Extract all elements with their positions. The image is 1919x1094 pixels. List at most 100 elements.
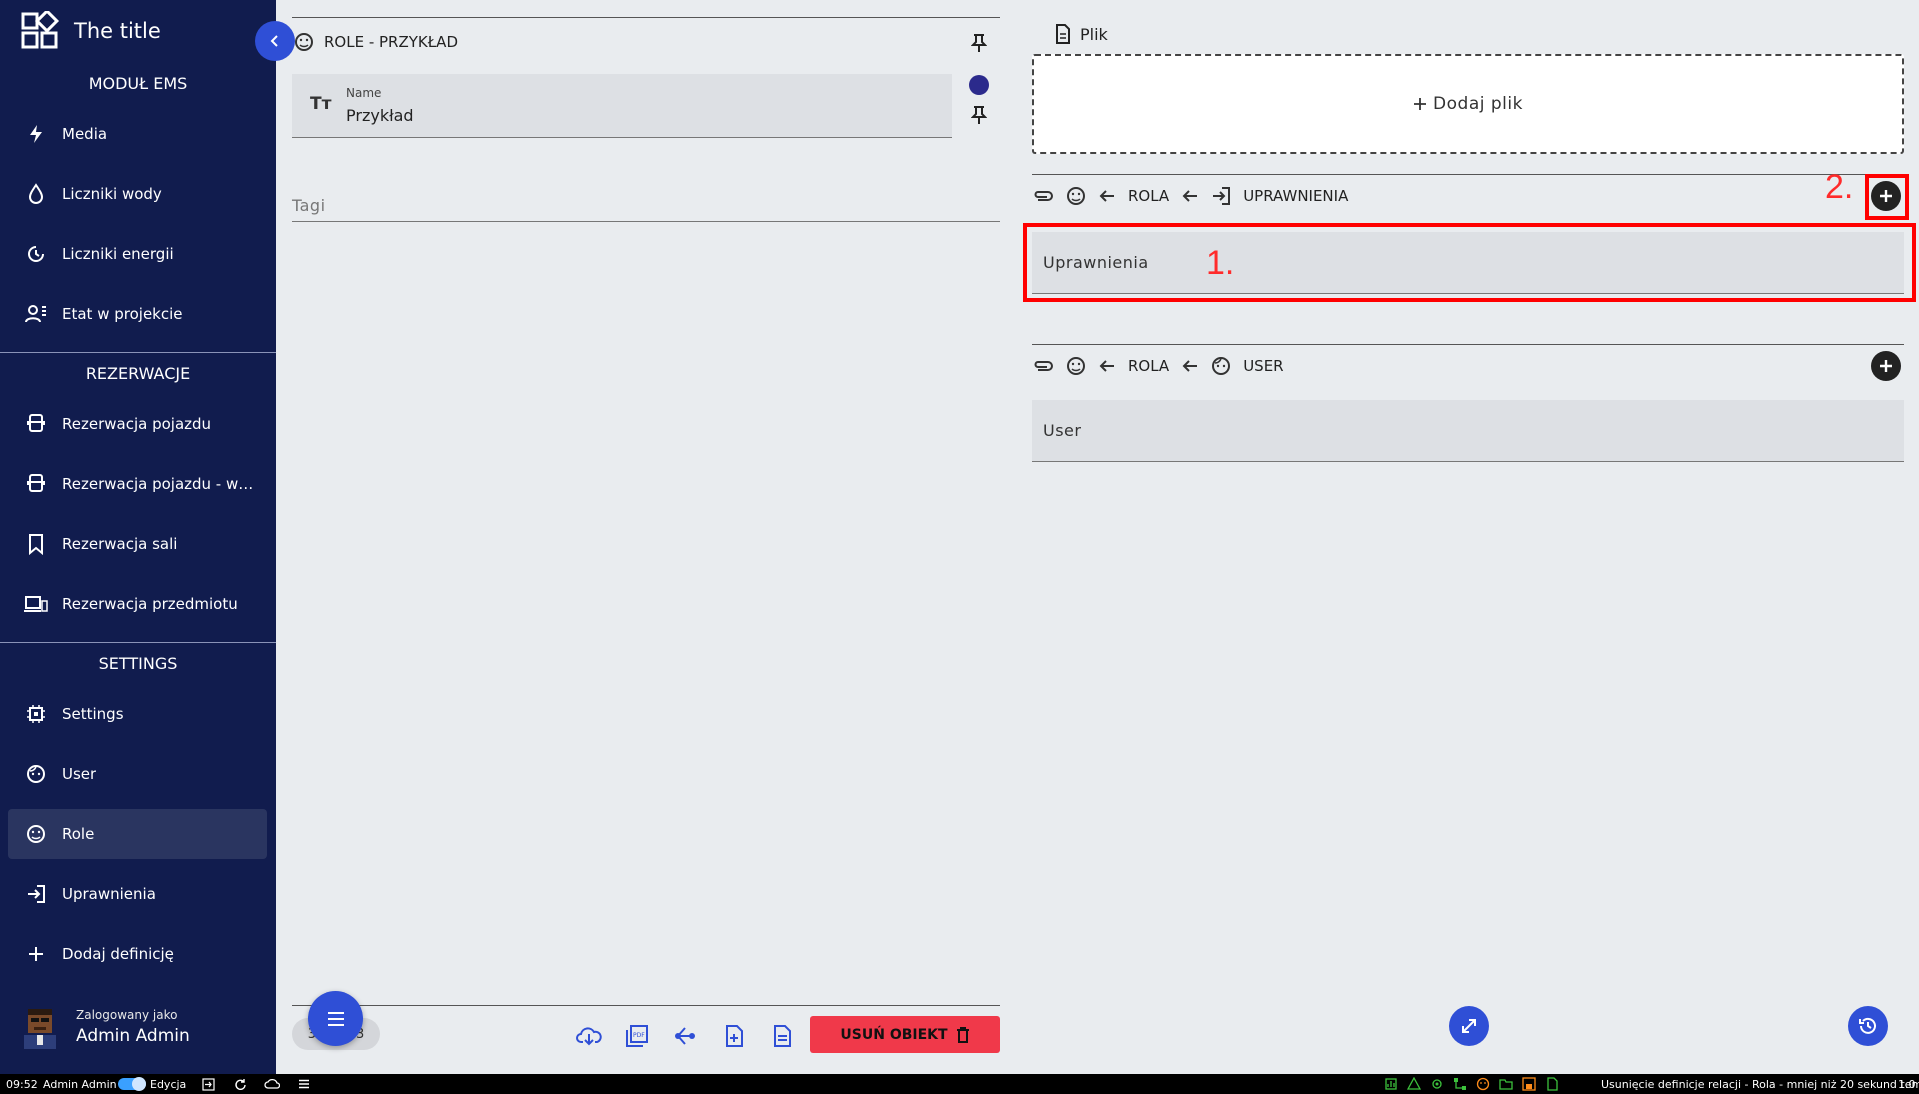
sidebar-item-label: Liczniki wody bbox=[62, 185, 162, 203]
divider bbox=[292, 17, 1000, 18]
user-box[interactable]: Zalogowany jako Admin Admin bbox=[18, 1005, 190, 1049]
section-title-ems: MODUŁ EMS bbox=[88, 74, 188, 93]
sidebar-item-uprawnienia[interactable]: Uprawnienia bbox=[8, 869, 267, 919]
login-icon bbox=[24, 882, 48, 906]
add-uprawnienia-button[interactable] bbox=[1871, 181, 1901, 211]
logged-as-label: Zalogowany jako bbox=[76, 1008, 178, 1022]
logout-icon bbox=[202, 1077, 215, 1091]
tray-save-icon[interactable] bbox=[1522, 1077, 1536, 1091]
chevron-left-icon bbox=[270, 35, 278, 47]
pdf-icon: PDF bbox=[626, 1025, 648, 1047]
tray-network-icon[interactable] bbox=[1453, 1077, 1467, 1091]
sidebar-item-label: Dodaj definicję bbox=[62, 945, 174, 963]
sidebar-item-settings[interactable]: Settings bbox=[8, 689, 267, 739]
annotation-label-1: 1. bbox=[1206, 244, 1235, 282]
pin-icon bbox=[971, 34, 987, 52]
paperclip-icon bbox=[1034, 361, 1053, 371]
expand-fab-button[interactable] bbox=[1449, 1006, 1489, 1046]
document-button[interactable] bbox=[768, 1022, 796, 1050]
page-title: ROLE - PRZYKŁAD bbox=[324, 33, 458, 51]
sidebar-item-user[interactable]: User bbox=[8, 749, 267, 799]
mask-icon bbox=[24, 822, 48, 846]
sidebar-item-label: Settings bbox=[62, 705, 124, 723]
color-indicator[interactable] bbox=[969, 75, 989, 95]
add-document-button[interactable] bbox=[720, 1022, 748, 1050]
refresh-button[interactable] bbox=[234, 1074, 247, 1094]
taskbar-mode: Edycja bbox=[150, 1077, 187, 1091]
sidebar-collapse-button[interactable] bbox=[255, 21, 295, 61]
tray-triangle-icon[interactable] bbox=[1407, 1077, 1421, 1091]
vehicle-icon bbox=[24, 412, 48, 436]
tray-folder-icon[interactable] bbox=[1499, 1077, 1513, 1091]
taskbar-menu-button[interactable] bbox=[298, 1074, 310, 1094]
sidebar-item-rezerwacja-pojazdu[interactable]: Rezerwacja pojazdu bbox=[8, 399, 267, 449]
user-field[interactable]: User bbox=[1032, 400, 1904, 462]
mask-icon bbox=[1067, 357, 1085, 375]
arrow-left-icon bbox=[1182, 360, 1198, 372]
delete-object-button[interactable]: USUŃ OBIEKT bbox=[810, 1016, 1000, 1053]
sidebar-item-label: Rezerwacja pojazdu bbox=[62, 415, 212, 433]
sidebar-item-role[interactable]: Role bbox=[8, 809, 267, 859]
sidebar-item-rezerwacja-pojazdu-wniosek[interactable]: Rezerwacja pojazdu - wni... bbox=[8, 459, 267, 509]
menu-icon bbox=[327, 1011, 344, 1026]
sidebar-item-label: Media bbox=[62, 125, 108, 143]
brand[interactable]: The title bbox=[20, 10, 161, 52]
plus-icon bbox=[1880, 360, 1892, 372]
divider bbox=[292, 1005, 1000, 1006]
name-field-value[interactable]: Przykład bbox=[346, 106, 414, 125]
tray-gear-icon[interactable] bbox=[1430, 1077, 1444, 1091]
relations-button[interactable] bbox=[671, 1022, 699, 1050]
file-plus-icon bbox=[726, 1025, 743, 1047]
tray-chart-icon[interactable] bbox=[1384, 1077, 1398, 1091]
logout-button[interactable] bbox=[202, 1074, 215, 1094]
share-graph-icon bbox=[675, 1027, 695, 1045]
sidebar-item-label: Rezerwacja sali bbox=[62, 535, 178, 553]
lightning-icon bbox=[24, 122, 48, 146]
vehicle-icon bbox=[24, 472, 48, 496]
mask-icon bbox=[295, 33, 313, 51]
sidebar-item-rezerwacja-przedmiotu[interactable]: Rezerwacja przedmiotu bbox=[8, 579, 267, 629]
sidebar-item-liczniki-energii[interactable]: Liczniki energii bbox=[8, 229, 267, 279]
taskbar-status: Usunięcie definicje relacji - Rola - mni… bbox=[1601, 1077, 1919, 1091]
tray-document-icon[interactable] bbox=[1545, 1077, 1559, 1091]
sidebar-item-rezerwacja-sali[interactable]: Rezerwacja sali bbox=[8, 519, 267, 569]
sidebar-item-liczniki-wody[interactable]: Liczniki wody bbox=[8, 169, 267, 219]
toggle-switch[interactable] bbox=[118, 1077, 146, 1091]
section-title-settings: SETTINGS bbox=[98, 654, 178, 673]
face-icon bbox=[1212, 357, 1231, 375]
sidebar-item-dodaj-definicje[interactable]: Dodaj definicję bbox=[8, 929, 267, 979]
pdf-export-button[interactable]: PDF bbox=[623, 1022, 651, 1050]
avatar bbox=[24, 1009, 56, 1049]
pin-header-button[interactable] bbox=[969, 31, 989, 55]
sidebar-item-etat-w-projekcie[interactable]: Etat w projekcie bbox=[8, 289, 267, 339]
trash-icon bbox=[956, 1026, 969, 1043]
relation-header-user: ROLA USER bbox=[1032, 354, 1284, 378]
app-logo-icon bbox=[21, 11, 60, 49]
cloud-button[interactable] bbox=[264, 1074, 280, 1094]
sidebar-item-label: Uprawnienia bbox=[62, 885, 156, 903]
sidebar-item-media[interactable]: Media bbox=[8, 109, 267, 159]
arrow-left-icon bbox=[1182, 190, 1198, 202]
relation-from: ROLA bbox=[1128, 187, 1170, 205]
tray-mask-icon[interactable] bbox=[1476, 1077, 1490, 1091]
file-section-title: Plik bbox=[1080, 24, 1108, 44]
name-field-label: Name bbox=[346, 86, 382, 100]
login-icon bbox=[1213, 187, 1231, 205]
taskbar-time: 09:52 bbox=[6, 1077, 38, 1091]
cloud-download-button[interactable] bbox=[575, 1022, 603, 1050]
menu-fab-button[interactable] bbox=[308, 991, 363, 1046]
plus-icon bbox=[1414, 98, 1427, 110]
name-field[interactable]: Tт Name Przykład bbox=[292, 74, 952, 138]
chip-icon bbox=[24, 702, 48, 726]
edit-mode-toggle[interactable] bbox=[118, 1074, 146, 1094]
uprawnienia-field[interactable]: Uprawnienia bbox=[1032, 232, 1904, 294]
text-type-icon: Tт bbox=[310, 94, 332, 114]
history-fab-button[interactable] bbox=[1848, 1006, 1888, 1046]
pin-name-button[interactable] bbox=[969, 103, 989, 127]
tags-input[interactable]: Tagi bbox=[292, 196, 1000, 222]
add-user-button[interactable] bbox=[1871, 351, 1901, 381]
add-file-dropzone[interactable]: Dodaj plik bbox=[1032, 54, 1904, 154]
sidebar-item-label: User bbox=[62, 765, 97, 783]
file-text-icon bbox=[774, 1025, 791, 1047]
section-title-rezerwacje: REZERWACJE bbox=[85, 364, 191, 383]
